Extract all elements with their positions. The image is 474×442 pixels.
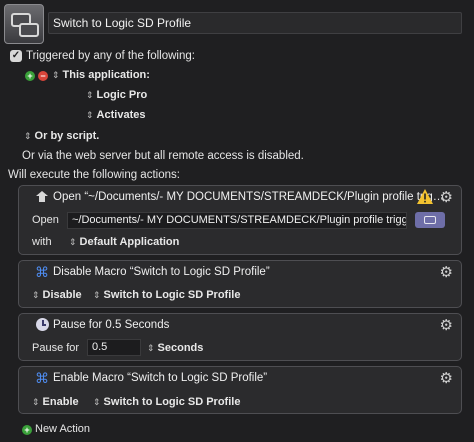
target-macro-value: Switch to Logic SD Profile [103, 289, 241, 301]
popup-arrows-icon: ⇕ [32, 290, 40, 300]
popup-arrows-icon: ⇕ [93, 290, 101, 300]
new-action-button[interactable]: + New Action [22, 423, 90, 435]
or-by-script-label: Or by script. [34, 130, 100, 142]
command-icon: ⌘ [35, 370, 49, 386]
add-icon: + [22, 425, 32, 435]
action-pause[interactable]: Pause for 0.5 Seconds ⚙ Pause for 0.5 ⇕ S… [18, 313, 462, 361]
disable-mode-popup[interactable]: ⇕ Disable [32, 289, 82, 301]
target-macro-value: Switch to Logic SD Profile [103, 396, 241, 408]
popup-arrows-icon: ⇕ [147, 343, 155, 353]
event-name: Activates [96, 109, 146, 121]
action-title: Pause for 0.5 Seconds [53, 319, 170, 331]
actions-header: Will execute the following actions: [8, 169, 180, 181]
pause-duration-field[interactable]: 0.5 [87, 339, 141, 356]
pause-unit-popup[interactable]: ⇕ Seconds [147, 342, 203, 354]
mode-value: Disable [42, 289, 82, 301]
add-trigger-popup[interactable]: ⇕ Or by script. [24, 130, 99, 142]
triggered-checkbox[interactable]: ✓ [10, 50, 22, 62]
action-open-file[interactable]: Open “~/Documents/- MY DOCUMENTS/STREAMD… [18, 185, 462, 255]
popup-arrows-icon: ⇕ [86, 110, 94, 120]
popup-arrows-icon: ⇕ [93, 397, 101, 407]
open-with-value: Default Application [79, 236, 180, 248]
popup-arrows-icon: ⇕ [24, 131, 32, 141]
action-title: Disable Macro “Switch to Logic SD Profil… [53, 266, 270, 278]
open-with-popup[interactable]: ⇕ Default Application [69, 236, 179, 248]
clock-icon [36, 318, 49, 331]
trigger-type-popup[interactable]: ⇕ This application: [52, 69, 150, 81]
command-icon: ⌘ [35, 264, 49, 280]
gear-icon[interactable]: ⚙ [440, 265, 453, 280]
unit-value: Seconds [157, 342, 204, 354]
popup-arrows-icon: ⇕ [52, 70, 60, 80]
macro-icon[interactable] [4, 4, 44, 44]
mode-value: Enable [42, 396, 79, 408]
pick-file-button[interactable] [415, 212, 445, 228]
popup-arrows-icon: ⇕ [32, 397, 40, 407]
enable-mode-popup[interactable]: ⇕ Enable [32, 396, 79, 408]
popup-arrows-icon: ⇕ [69, 237, 77, 247]
application-popup[interactable]: ⇕ Logic Pro [86, 89, 147, 101]
add-trigger-button[interactable]: + [25, 71, 35, 81]
target-macro-popup[interactable]: ⇕ Switch to Logic SD Profile [93, 396, 240, 408]
macro-name-field[interactable]: Switch to Logic SD Profile [48, 12, 462, 34]
event-popup[interactable]: ⇕ Activates [86, 109, 145, 121]
gear-icon[interactable]: ⚙ [440, 318, 453, 333]
remove-trigger-button[interactable]: − [38, 71, 48, 81]
open-file-icon [35, 190, 49, 204]
web-server-text: Or via the web server but all remote acc… [22, 150, 304, 162]
triggered-label: Triggered by any of the following: [26, 50, 195, 62]
action-title: Open “~/Documents/- MY DOCUMENTS/STREAMD… [53, 191, 445, 203]
pause-label: Pause for [32, 342, 80, 354]
application-name: Logic Pro [96, 89, 148, 101]
file-path-field[interactable]: ~/Documents/- MY DOCUMENTS/STREAMDECK/Pl… [67, 212, 407, 229]
camera-icon [424, 216, 436, 224]
action-disable-macro[interactable]: ⌘ Disable Macro “Switch to Logic SD Prof… [18, 260, 462, 308]
action-title: Enable Macro “Switch to Logic SD Profile… [53, 372, 268, 384]
new-action-label: New Action [35, 423, 91, 435]
action-enable-macro[interactable]: ⌘ Enable Macro “Switch to Logic SD Profi… [18, 366, 462, 414]
with-label: with [32, 236, 52, 248]
gear-icon[interactable]: ⚙ [440, 190, 453, 205]
warning-icon [417, 189, 433, 204]
gear-icon[interactable]: ⚙ [440, 371, 453, 386]
popup-arrows-icon: ⇕ [86, 90, 94, 100]
target-macro-popup[interactable]: ⇕ Switch to Logic SD Profile [93, 289, 240, 301]
this-application-label: This application: [62, 69, 150, 81]
open-label: Open [32, 214, 59, 226]
